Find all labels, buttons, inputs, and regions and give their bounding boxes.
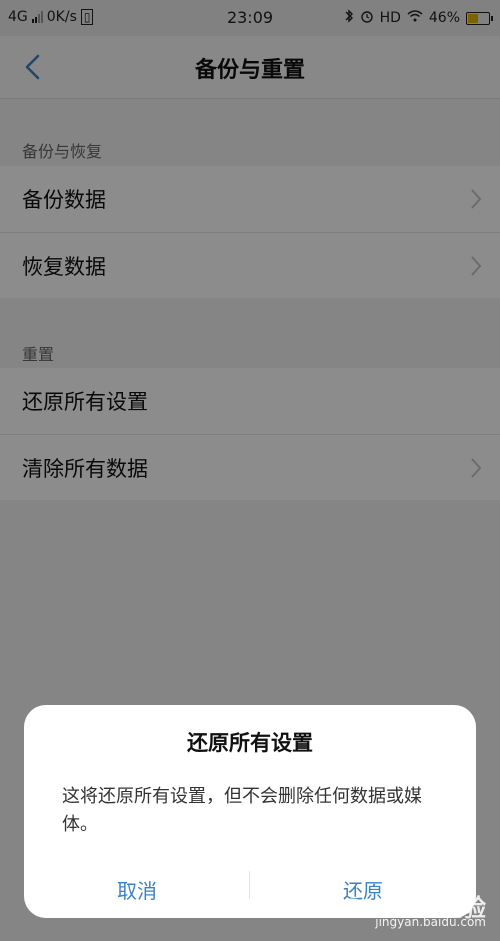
cancel-button[interactable]: 取消 [24,871,250,911]
watermark-brand: Bai du 经验 [344,894,486,922]
dialog-message: 这将还原所有设置，但不会删除任何数据或媒体。 [62,786,422,835]
dialog-title: 还原所有设置 [187,731,313,755]
confirm-dialog: 还原所有设置 这将还原所有设置，但不会删除任何数据或媒体。 取消 还原 [24,705,476,918]
watermark: Bai du 经验 jingyan.baidu.com [344,894,486,929]
